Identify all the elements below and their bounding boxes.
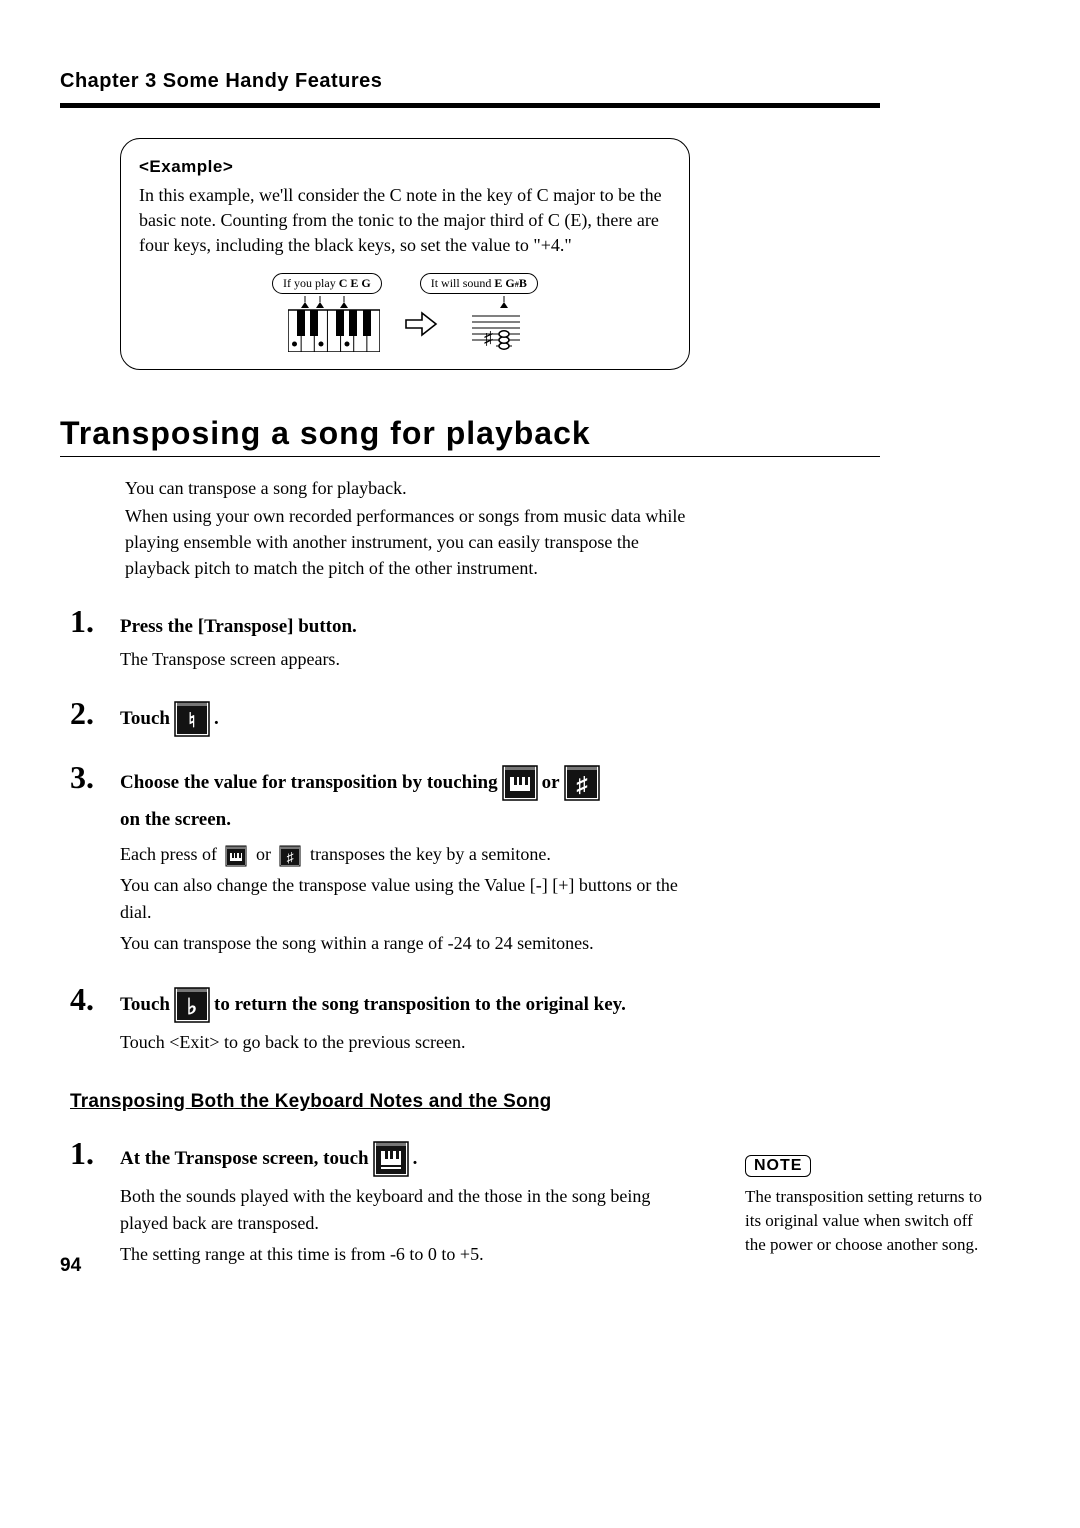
keyboard-minus-icon: [502, 765, 538, 801]
bubble-text: If you play: [283, 276, 336, 291]
step2-post: .: [214, 705, 219, 733]
bubble-bold: C E G: [339, 276, 371, 291]
bubble-ifplay: If you play C E G: [272, 273, 382, 294]
step3-d1-post: transposes the key by a semitone.: [310, 844, 551, 864]
chapter-heading: Chapter 3 Some Handy Features: [60, 70, 1020, 93]
note-text: The transposition setting returns to its…: [745, 1185, 995, 1256]
keyboard-minus-small-icon: [225, 845, 247, 867]
step-number: 3: [60, 759, 120, 796]
sub1-d2: The setting range at this time is from -…: [120, 1241, 700, 1268]
example-diagram: If you play C E G It will sound E G # B: [139, 273, 671, 357]
step3-line2: on the screen.: [120, 805, 700, 835]
note-badge: NOTE: [745, 1155, 811, 1177]
step4-pre: Touch: [120, 991, 170, 1019]
step3-pre: Choose the value for transposition by to…: [120, 769, 498, 797]
staff-icon: ♯: [462, 296, 522, 357]
keyboard-both-icon: [373, 1141, 409, 1177]
step1-desc: The Transpose screen appears.: [120, 646, 700, 673]
step4-post: to return the song transposition to the …: [214, 991, 626, 1019]
svg-text:♯: ♯: [576, 772, 587, 797]
arrow-right-icon: [404, 311, 438, 342]
step3-d2: You can also change the transpose value …: [120, 872, 700, 926]
example-box: <Example> In this example, we'll conside…: [120, 138, 690, 370]
example-text: In this example, we'll consider the C no…: [139, 183, 671, 259]
step3-d3: You can transpose the song within a rang…: [120, 930, 700, 957]
svg-text:♯: ♯: [287, 851, 295, 866]
svg-text:♭: ♭: [187, 994, 197, 1019]
sub1-post: .: [413, 1145, 418, 1173]
subsection-heading: Transposing Both the Keyboard Notes and …: [70, 1091, 1020, 1113]
sharp-small-icon: ♯: [279, 845, 301, 867]
example-title: <Example>: [139, 157, 671, 177]
bubble-itwillsound: It will sound E G # B: [420, 273, 538, 294]
section-heading: Transposing a song for playback: [60, 415, 1020, 452]
section-rule: [60, 456, 880, 457]
bubble-text: It will sound: [431, 276, 492, 291]
step3-or: or: [542, 769, 560, 797]
sub1-d1: Both the sounds played with the keyboard…: [120, 1183, 700, 1237]
intro-p2: When using your own recorded performance…: [125, 503, 695, 581]
bubble-bold-b: B: [519, 276, 527, 291]
step-number: 2: [60, 695, 120, 732]
step3-d1-or: or: [256, 844, 276, 864]
step3-d1-pre: Each press of: [120, 844, 221, 864]
intro-p1: You can transpose a song for playback.: [125, 475, 695, 501]
svg-text:♯: ♯: [484, 328, 493, 348]
flat-icon: ♭: [174, 987, 210, 1023]
step-number: 1: [60, 603, 120, 640]
intro-text: You can transpose a song for playback. W…: [125, 475, 695, 581]
sub1-pre: At the Transpose screen, touch: [120, 1145, 369, 1173]
step4-desc: Touch <Exit> to go back to the previous …: [120, 1029, 700, 1056]
side-note: NOTE The transposition setting returns t…: [745, 1155, 995, 1256]
step2-pre: Touch: [120, 705, 170, 733]
chapter-rule: [60, 103, 880, 108]
step-number: 4: [60, 981, 120, 1018]
svg-text:♮: ♮: [188, 710, 195, 732]
sharp-icon: ♯: [564, 765, 600, 801]
bubble-bold-a: E G: [494, 276, 514, 291]
step-number: 1: [60, 1135, 120, 1172]
page-number: 94: [60, 1255, 81, 1277]
natural-icon: ♮: [174, 701, 210, 737]
step1-head: Press the [Transpose] button.: [120, 613, 700, 641]
keyboard-icon: [288, 296, 380, 357]
